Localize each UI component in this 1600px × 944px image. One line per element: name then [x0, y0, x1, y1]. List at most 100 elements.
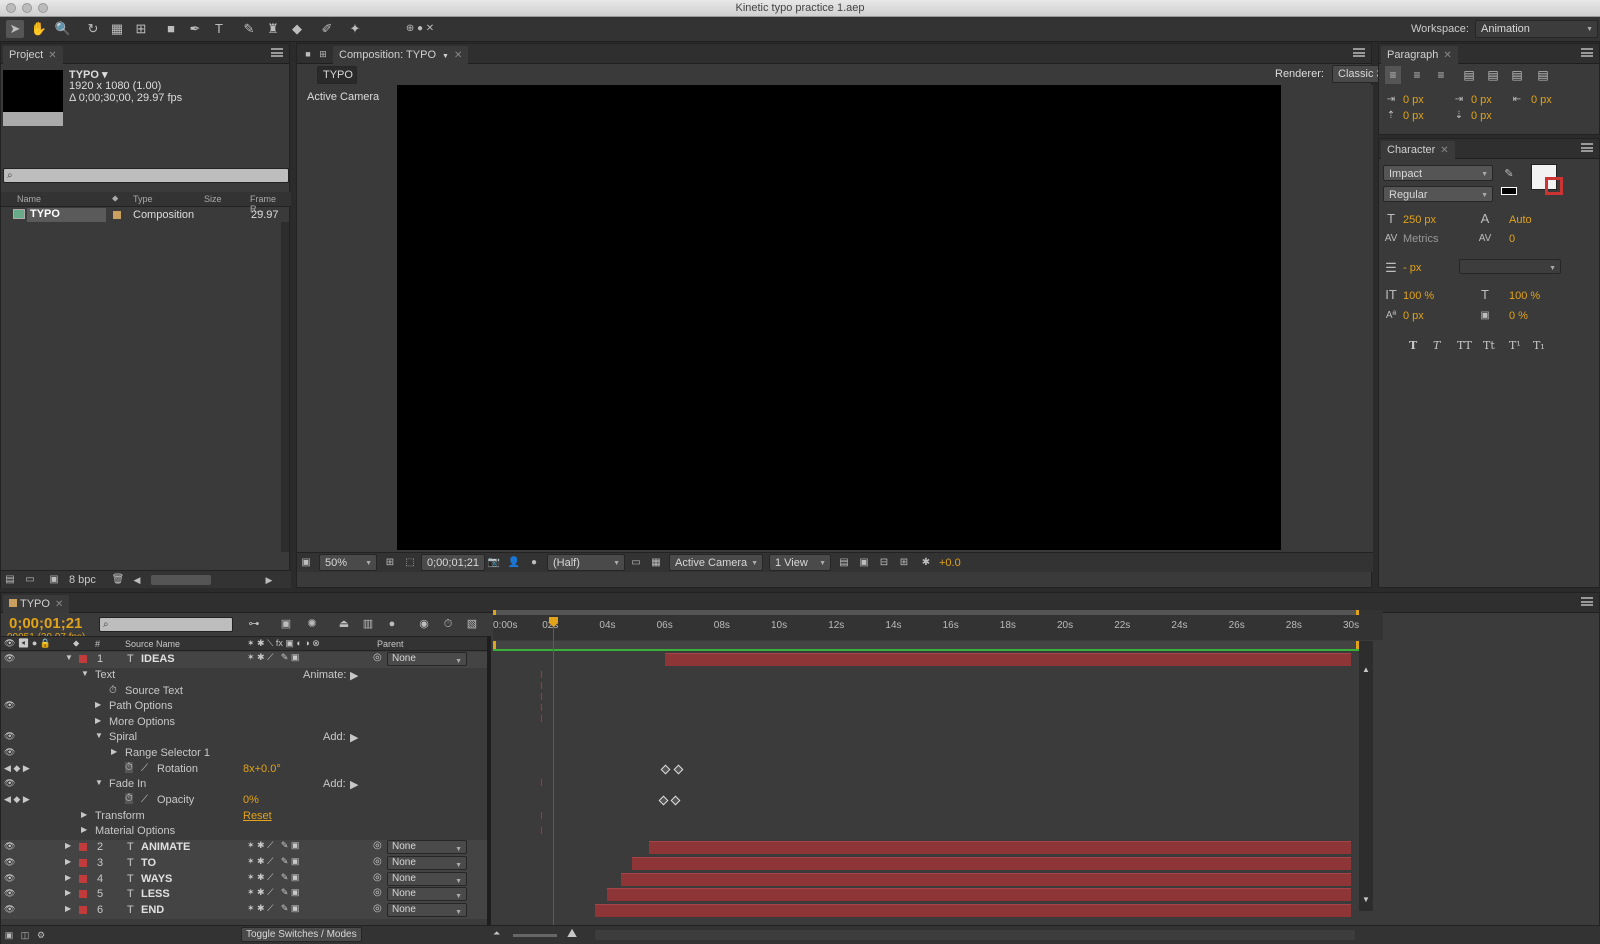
parent-select[interactable]: None: [387, 840, 467, 854]
pickwhip-icon[interactable]: ◎: [373, 840, 382, 851]
property-path-options[interactable]: 👁 ▶ Path Options: [1, 699, 487, 715]
col-type[interactable]: Type: [133, 194, 153, 204]
zoom-tool-icon[interactable]: 🔍: [54, 20, 72, 38]
tab-paragraph[interactable]: Paragraph ✕: [1381, 46, 1458, 64]
property-text[interactable]: ▼ Text Animate: ▶: [1, 668, 487, 684]
layer-switches[interactable]: ✶ ✱ ⟋ ✎ ▣: [247, 887, 299, 898]
eye-icon[interactable]: 👁: [4, 653, 15, 664]
workspace-select[interactable]: Animation: [1475, 20, 1598, 38]
interpret-footage-icon[interactable]: ▤: [3, 571, 17, 589]
eye-icon[interactable]: 👁: [4, 731, 15, 742]
property-material-options[interactable]: ▶ Material Options: [1, 824, 487, 840]
pan-behind-tool-icon[interactable]: ⊞: [132, 20, 150, 38]
font-size-value[interactable]: 250 px: [1403, 214, 1436, 226]
rotate-tool-icon[interactable]: ↻: [84, 20, 102, 38]
exposure-reset-icon[interactable]: ✱: [919, 554, 933, 572]
eye-icon[interactable]: 👁: [4, 904, 15, 915]
layer-row-2[interactable]: 👁 ▶ 2 T ANIMATE ✶ ✱ ⟋ ✎ ▣ ◎ None: [1, 840, 487, 856]
rotation-keyframe[interactable]: [673, 764, 684, 775]
view-layout-select[interactable]: 1 View: [769, 554, 831, 571]
layer-row-3[interactable]: 👁 ▶ 3 T TO ✶ ✱ ⟋ ✎ ▣ ◎ None: [1, 856, 487, 872]
eye-icon[interactable]: 👁: [4, 841, 15, 852]
project-scrollbar[interactable]: [281, 222, 289, 552]
property-opacity[interactable]: ◀ ◆ ▶ ⏱ ⟋ Opacity 0%: [1, 793, 487, 809]
expand-triangle-icon[interactable]: ▶: [95, 716, 101, 725]
magnification-select[interactable]: 50%: [319, 554, 377, 571]
keyframe-navigator-icon[interactable]: ◀ ◆ ▶: [4, 763, 30, 774]
horizontal-scale-value[interactable]: 100 %: [1509, 290, 1540, 302]
shy-layers-icon[interactable]: ✺: [303, 615, 321, 633]
parent-select[interactable]: None: [387, 856, 467, 870]
indent-right-value[interactable]: 0 px: [1531, 94, 1552, 106]
graph-editor-icon[interactable]: ▧: [463, 615, 481, 633]
eye-icon[interactable]: 👁: [4, 857, 15, 868]
property-rotation[interactable]: ◀ ◆ ▶ ⏱ ⟋ Rotation 8x+0.0°: [1, 762, 487, 778]
trash-icon[interactable]: 🗑: [111, 571, 125, 589]
show-snapshot-icon[interactable]: 👤: [507, 554, 521, 572]
layer-bar-1[interactable]: [665, 653, 1351, 666]
comp-subtab[interactable]: TYPO: [317, 66, 357, 84]
pickwhip-icon[interactable]: ◎: [373, 856, 382, 867]
zoom-out-icon[interactable]: ⏶: [493, 928, 500, 939]
chevron-down-icon[interactable]: ▼: [442, 53, 449, 60]
parent-select[interactable]: None: [387, 903, 467, 917]
eye-icon[interactable]: 👁: [4, 700, 15, 711]
layer-switches[interactable]: ✶ ✱ ⟋ ✎ ▣: [247, 872, 299, 883]
expand-triangle-icon[interactable]: ▶: [95, 700, 101, 709]
layer-switches[interactable]: ✶ ✱ ⟋ ✎ ▣: [247, 840, 299, 851]
animate-menu-icon[interactable]: ▶: [350, 669, 358, 682]
panel-menu-icon[interactable]: [1581, 48, 1593, 57]
source-name-column[interactable]: Source Name: [125, 639, 180, 649]
superscript-button[interactable]: T¹: [1509, 339, 1521, 352]
align-right-icon[interactable]: ≡: [1433, 66, 1449, 84]
scroll-down-icon[interactable]: ▼: [1362, 895, 1370, 904]
label-color[interactable]: [79, 859, 87, 867]
expand-triangle-icon[interactable]: ▶: [111, 747, 117, 756]
mask-visibility-icon[interactable]: ⬚: [403, 554, 417, 572]
add-label[interactable]: Add:: [323, 731, 346, 743]
property-transform[interactable]: ▶ Transform Reset: [1, 809, 487, 825]
bit-depth[interactable]: 8 bpc: [69, 574, 96, 586]
property-source-text[interactable]: ⏱ Source Text: [1, 684, 487, 700]
parent-select[interactable]: None: [387, 652, 467, 666]
justify-last-left-icon[interactable]: ▤: [1461, 66, 1477, 84]
layer-row-1[interactable]: 👁 ▼ 1 T IDEAS ✶ ✱ ⟋ ✎ ▣ ◎ None: [1, 652, 487, 668]
indent-left-value[interactable]: 0 px: [1403, 94, 1424, 106]
fast-previews-icon[interactable]: ▣: [857, 554, 871, 572]
label-color[interactable]: [79, 906, 87, 914]
brainstorm-icon[interactable]: ●: [383, 615, 401, 633]
layer-switches[interactable]: ✶ ✱ ⟋ ✎ ▣: [247, 903, 299, 914]
tracking-value[interactable]: 0: [1509, 233, 1515, 245]
expand-triangle-icon[interactable]: ▶: [81, 810, 87, 819]
baseline-shift-value[interactable]: 0 px: [1403, 310, 1424, 322]
auto-keyframe-icon[interactable]: ◉: [415, 615, 433, 633]
parent-select[interactable]: None: [387, 872, 467, 886]
brush-tool-icon[interactable]: ✎: [240, 20, 258, 38]
project-item-row[interactable]: TYPO Composition 29.97: [1, 208, 283, 222]
expand-triangle-icon[interactable]: ▼: [81, 669, 89, 678]
property-fade-in[interactable]: 👁 ▼ Fade In Add: ▶: [1, 777, 487, 793]
justify-all-icon[interactable]: ▤: [1535, 66, 1551, 84]
new-folder-icon[interactable]: ▭: [23, 571, 37, 589]
rotation-value[interactable]: 8x+0.0°: [243, 763, 281, 775]
tsume-value[interactable]: 0 %: [1509, 310, 1528, 322]
selection-tool-icon[interactable]: ➤: [6, 20, 24, 38]
expand-triangle-icon[interactable]: ▶: [65, 888, 71, 897]
rotation-keyframe[interactable]: [660, 764, 671, 775]
eye-icon[interactable]: 👁: [4, 873, 15, 884]
indent-first-value[interactable]: 0 px: [1471, 94, 1492, 106]
channel-icon[interactable]: ●: [527, 554, 541, 572]
animate-label[interactable]: Animate:: [303, 669, 346, 681]
label-color[interactable]: [79, 843, 87, 851]
stroke-color-swatch[interactable]: [1545, 177, 1563, 195]
opacity-value[interactable]: 0%: [243, 794, 259, 806]
tab-project[interactable]: Project ✕: [3, 46, 63, 64]
layer-bar-2[interactable]: [649, 841, 1351, 854]
expand-triangle-icon[interactable]: ▶: [81, 825, 87, 834]
timeline-zoom-slider[interactable]: [513, 934, 557, 937]
camera-tool-icon[interactable]: ▦: [108, 20, 126, 38]
layer-switches-pane-icon[interactable]: ▣: [3, 926, 15, 944]
space-after-value[interactable]: 0 px: [1471, 110, 1492, 122]
layer-name[interactable]: ANIMATE: [141, 841, 190, 853]
col-name[interactable]: Name: [17, 194, 41, 204]
